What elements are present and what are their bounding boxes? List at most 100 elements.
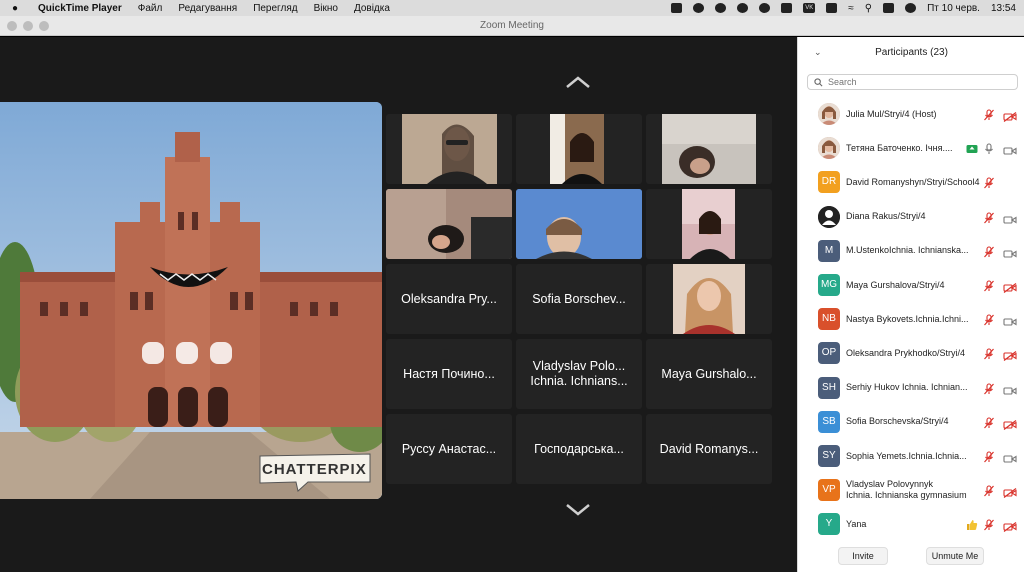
mic-muted-icon[interactable] xyxy=(983,382,995,394)
video-tile[interactable]: Sofia Borschev... xyxy=(516,264,642,334)
participant-name: Oleksandra Prykhodko/Stryi/4 xyxy=(846,347,966,358)
viber-icon[interactable] xyxy=(715,3,727,13)
participant-row[interactable]: NB Nastya Bykovets.Ichnia.Ichni... xyxy=(798,304,1024,334)
menu-window[interactable]: Вікно xyxy=(314,3,338,14)
panel-footer: Invite Unmute Me xyxy=(798,542,1024,572)
tile-name: David Romanys... xyxy=(659,441,759,456)
mic-muted-icon[interactable] xyxy=(983,347,995,360)
video-off-icon[interactable] xyxy=(1003,109,1017,122)
tile-name: Sofia Borschev... xyxy=(532,291,626,306)
app-menu: QuickTime Player Файл Редагування Перегл… xyxy=(22,3,390,14)
mic-muted-icon[interactable] xyxy=(983,518,995,531)
video-tile[interactable] xyxy=(646,264,772,334)
participant-row[interactable]: Y Yana xyxy=(798,509,1024,539)
chevron-down-icon[interactable] xyxy=(565,503,591,517)
participant-row[interactable]: Diana Rakus/Stryi/4 xyxy=(798,202,1024,232)
video-off-icon[interactable] xyxy=(1003,348,1017,362)
menu-help[interactable]: Довідка xyxy=(354,3,390,14)
apple-icon[interactable]: ● xyxy=(8,3,22,14)
sync-icon[interactable] xyxy=(693,3,705,13)
video-tile[interactable]: David Romanys... xyxy=(646,414,772,484)
mic-muted-icon[interactable] xyxy=(983,245,995,258)
participant-row[interactable]: Тетяна Баточенко. Ічня.... xyxy=(798,133,1024,163)
menubar-time[interactable]: 13:54 xyxy=(991,3,1016,14)
participant-row[interactable]: SB Sofia Borschevska/Stryi/4 xyxy=(798,407,1024,437)
video-camera-icon[interactable] xyxy=(1003,143,1017,155)
badge-left-text: CHATTER xyxy=(262,461,340,478)
spotlight-icon[interactable]: ⚲ xyxy=(865,3,872,14)
participant-row[interactable]: VP Vladyslav Polovynnyk Ichnia. Ichniansk… xyxy=(798,475,1024,505)
participant-row[interactable]: DR David Romanyshyn/Stryi/School4 xyxy=(798,167,1024,197)
video-camera-icon[interactable] xyxy=(1003,246,1017,258)
zoom-window: Zoom Meeting CHATTERPIX Oleksandra Pry..… xyxy=(0,16,1024,572)
participant-row[interactable]: Julia Mul/Stryi/4 (Host) xyxy=(798,99,1024,129)
participant-row[interactable]: SH Serhiy Hukov Ichnia. Ichnian... xyxy=(798,373,1024,403)
avatar: M xyxy=(818,239,840,262)
mic-muted-icon[interactable] xyxy=(983,176,995,189)
input-source-icon[interactable] xyxy=(826,3,838,13)
wifi-icon[interactable]: ≈ xyxy=(848,3,854,14)
tile-name: Господарська... xyxy=(534,441,624,456)
video-tile[interactable] xyxy=(646,189,772,259)
eye-icon[interactable] xyxy=(759,3,771,13)
video-tile[interactable] xyxy=(386,189,512,259)
control-center-icon[interactable] xyxy=(883,3,895,13)
badge-right-text: PIX xyxy=(339,461,367,478)
menu-view[interactable]: Перегляд xyxy=(253,3,297,14)
video-tile[interactable] xyxy=(516,189,642,259)
search-box[interactable] xyxy=(807,74,1018,90)
status-area: VK ≈ ⚲ Пт 10 черв. 13:54 xyxy=(671,0,1016,16)
chevron-up-icon[interactable] xyxy=(565,75,591,89)
menu-edit[interactable]: Редагування xyxy=(178,3,237,14)
app-name[interactable]: QuickTime Player xyxy=(38,3,122,14)
video-off-icon[interactable] xyxy=(1003,280,1017,293)
video-tile[interactable] xyxy=(646,114,772,184)
search-icon xyxy=(814,77,823,86)
mic-muted-icon[interactable] xyxy=(983,279,995,292)
participant-video xyxy=(386,189,512,259)
vk-icon[interactable]: VK xyxy=(803,3,816,13)
mic-muted-icon[interactable] xyxy=(983,484,995,497)
video-camera-icon[interactable] xyxy=(1003,212,1017,224)
video-off-icon[interactable] xyxy=(1003,519,1017,533)
participant-row[interactable]: OP Oleksandra Prykhodko/Stryi/4 xyxy=(798,338,1024,368)
video-camera-icon[interactable] xyxy=(1003,314,1017,326)
mic-muted-icon[interactable] xyxy=(983,108,995,121)
display-icon[interactable] xyxy=(781,3,793,13)
mic-muted-icon[interactable] xyxy=(983,450,995,463)
participant-row[interactable]: SY Sophia Yemets.Ichnia.Ichnia... xyxy=(798,441,1024,471)
tile-name: Руссу Анастас... xyxy=(401,441,497,456)
video-tile[interactable]: Oleksandra Pry... xyxy=(386,264,512,334)
mic-muted-icon[interactable] xyxy=(983,313,995,326)
siri-icon[interactable] xyxy=(905,3,917,13)
participant-name: M.UstenkoIchnia. Ichnianska... xyxy=(846,245,969,256)
video-off-icon[interactable] xyxy=(1003,485,1017,499)
menu-file[interactable]: Файл xyxy=(138,3,163,14)
video-tile[interactable]: Господарська... xyxy=(516,414,642,484)
search-input[interactable] xyxy=(828,77,1008,87)
mic-muted-icon[interactable] xyxy=(983,416,995,429)
participant-name: Sophia Yemets.Ichnia.Ichnia... xyxy=(846,450,967,461)
unmute-me-button[interactable]: Unmute Me xyxy=(926,547,984,565)
mic-icon[interactable] xyxy=(983,142,995,155)
skype-icon[interactable] xyxy=(737,3,749,13)
video-off-icon[interactable] xyxy=(1003,417,1017,430)
video-tile[interactable]: Руссу Анастас... xyxy=(386,414,512,484)
invite-button[interactable]: Invite xyxy=(838,547,888,565)
video-tile[interactable] xyxy=(516,114,642,184)
video-tile[interactable]: Vladyslav Polo... Ichnia. Ichnians... xyxy=(516,339,642,409)
avatar: SH xyxy=(818,376,840,399)
avatar: NB xyxy=(818,308,840,331)
chatterpix-badge: CHATTERPIX xyxy=(258,452,372,492)
video-tile[interactable]: Maya Gurshalo... xyxy=(646,339,772,409)
mic-muted-icon[interactable] xyxy=(983,211,995,223)
participant-row[interactable]: MG Maya Gurshalova/Stryi/4 xyxy=(798,270,1024,300)
video-tile[interactable] xyxy=(386,114,512,184)
video-tile[interactable]: Настя Почино... xyxy=(386,339,512,409)
video-camera-icon[interactable] xyxy=(1003,451,1017,463)
zoom-status-icon[interactable] xyxy=(671,3,683,13)
video-camera-icon[interactable] xyxy=(1003,383,1017,395)
participant-video xyxy=(550,114,604,184)
menubar-date[interactable]: Пт 10 черв. xyxy=(927,3,980,14)
participant-row[interactable]: M M.UstenkoIchnia. Ichnianska... xyxy=(798,236,1024,266)
